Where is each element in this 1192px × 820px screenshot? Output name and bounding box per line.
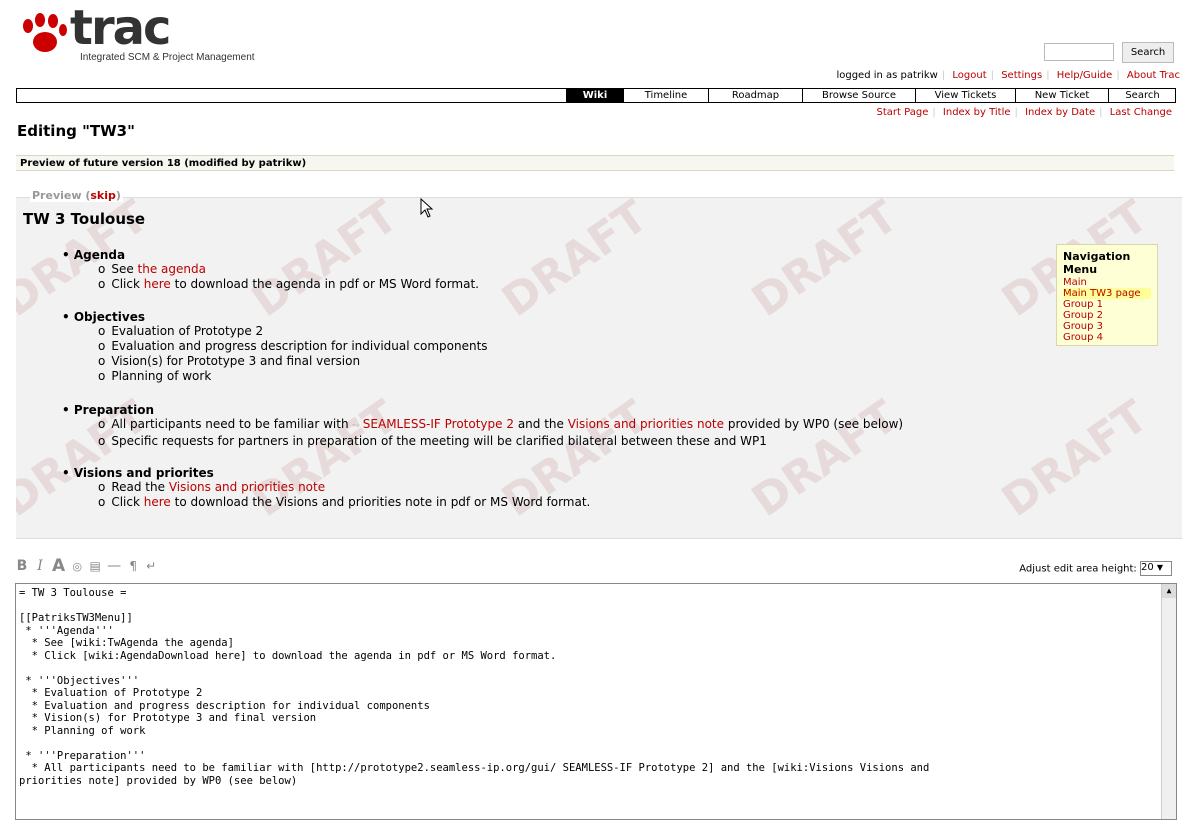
settings-link[interactable]: Settings	[1001, 70, 1042, 81]
section-heading: Agenda	[73, 248, 126, 262]
tab-search[interactable]: Search	[1108, 89, 1176, 102]
chevron-down-icon: ▼	[1156, 563, 1164, 572]
tab-view-tickets[interactable]: View Tickets	[915, 89, 1015, 102]
list-item: Read the Visions and priorities note	[98, 480, 590, 495]
list-item: Specific requests for partners in prepar…	[98, 434, 903, 449]
nav-item-main-tw3[interactable]: Main TW3 page	[1063, 288, 1151, 299]
meta-navigation: logged in as patrikw | Logout | Settings | …	[836, 70, 1180, 81]
link-button[interactable]: ◎	[71, 560, 83, 573]
help-guide-link[interactable]: Help/Guide	[1057, 70, 1113, 81]
index-by-title-link[interactable]: Index by Title	[943, 107, 1011, 118]
editor-scrollbar[interactable]: ▲	[1161, 584, 1176, 819]
list-item: Vision(s) for Prototype 3 and final vers…	[98, 354, 488, 369]
scroll-up-icon[interactable]: ▲	[1162, 584, 1176, 598]
list-item: Evaluation of Prototype 2	[98, 324, 488, 339]
nav-item-group-1[interactable]: Group 1	[1063, 299, 1151, 310]
prototype-link[interactable]: SEAMLESS-IF Prototype 2	[363, 417, 514, 431]
wiki-toolbar: B I A ◎ ▤ — ¶ ↵	[16, 556, 157, 576]
preview-banner: Preview of future version 18 (modified b…	[16, 155, 1174, 171]
tab-timeline[interactable]: Timeline	[623, 89, 708, 102]
logout-link[interactable]: Logout	[952, 70, 986, 81]
bold-button[interactable]: B	[16, 558, 28, 574]
preview-legend: Preview (skip)	[30, 189, 123, 202]
last-change-link[interactable]: Last Change	[1110, 107, 1172, 118]
tab-wiki[interactable]: Wiki	[566, 89, 623, 102]
adjust-label: Adjust edit area height:	[1019, 563, 1137, 575]
editor-text: = TW 3 Toulouse = [[PatriksTW3Menu]] * '…	[19, 587, 930, 787]
context-navigation: Start Page | Index by Title | Index by Dat…	[876, 107, 1172, 118]
logo-wordmark: trac	[70, 0, 171, 56]
adjust-edit-height: Adjust edit area height: 20 ▼	[1019, 561, 1172, 576]
wiki-text-editor[interactable]: = TW 3 Toulouse = [[PatriksTW3Menu]] * '…	[15, 583, 1177, 820]
external-link-icon: ⇨	[352, 421, 363, 431]
edit-height-select[interactable]: 20 ▼	[1140, 561, 1172, 576]
code-button[interactable]: ▤	[89, 559, 101, 573]
tab-browse-source[interactable]: Browse Source	[802, 89, 915, 102]
tab-roadmap[interactable]: Roadmap	[708, 89, 802, 102]
logged-in-text: logged in as patrikw	[836, 70, 938, 81]
section-preparation: • Preparation All participants need to b…	[62, 403, 903, 449]
paw-icon	[23, 13, 67, 52]
list-item: Click here to download the Visions and p…	[98, 495, 590, 510]
start-page-link[interactable]: Start Page	[877, 107, 929, 118]
navigation-menu-title: Navigation Menu	[1063, 250, 1131, 276]
linebreak-button[interactable]: ↵	[145, 559, 157, 573]
visions-download-link[interactable]: here	[144, 495, 171, 509]
list-item: Evaluation and progress description for …	[98, 339, 487, 354]
section-heading: Objectives	[73, 310, 145, 324]
trac-logo[interactable]: trac Integrated SCM & Project Management	[18, 0, 258, 68]
index-by-date-link[interactable]: Index by Date	[1025, 107, 1095, 118]
section-heading: Visions and priorites	[73, 466, 214, 480]
italic-button[interactable]: I	[34, 558, 46, 574]
list-item: Planning of work	[98, 369, 488, 384]
page-title: Editing "TW3"	[17, 122, 135, 140]
list-item: See the agenda	[98, 262, 479, 277]
section-agenda: • Agenda See the agenda Click here to do…	[62, 248, 479, 292]
skip-link[interactable]: skip	[90, 189, 116, 202]
preview-panel: DRAFT DRAFT DRAFT DRAFT DRAFT DRAFT DRAF…	[16, 197, 1182, 539]
about-trac-link[interactable]: About Trac	[1127, 70, 1180, 81]
preview-title: TW 3 Toulouse	[23, 210, 146, 228]
section-visions: • Visions and priorites Read the Visions…	[62, 466, 590, 510]
list-item: Click here to download the agenda in pdf…	[98, 277, 479, 292]
visions-read-link[interactable]: Visions and priorities note	[169, 480, 325, 494]
search-input[interactable]	[1044, 43, 1114, 61]
agenda-download-link[interactable]: here	[144, 277, 171, 291]
hr-button[interactable]: —	[107, 558, 121, 574]
section-heading: Preparation	[73, 403, 155, 417]
main-navigation: Wiki Timeline Roadmap Browse Source View…	[16, 88, 1176, 103]
watermark-text: DRAFT	[493, 198, 657, 327]
section-objectives: • Objectives Evaluation of Prototype 2 E…	[62, 310, 488, 384]
nav-item-group-3[interactable]: Group 3	[1063, 321, 1151, 332]
nav-item-group-2[interactable]: Group 2	[1063, 310, 1151, 321]
mouse-cursor-icon	[420, 198, 434, 218]
nav-item-group-4[interactable]: Group 4	[1063, 332, 1151, 343]
navigation-menu: Navigation Menu Main Main TW3 page Group…	[1056, 244, 1158, 346]
nav-item-main[interactable]: Main	[1063, 277, 1151, 288]
watermark-text: DRAFT	[993, 391, 1157, 527]
agenda-link[interactable]: the agenda	[138, 262, 206, 276]
logo-tagline: Integrated SCM & Project Management	[80, 52, 255, 63]
heading-button[interactable]: A	[52, 556, 65, 576]
watermark-text: DRAFT	[743, 198, 907, 327]
paragraph-button[interactable]: ¶	[127, 559, 139, 573]
visions-note-link[interactable]: Visions and priorities note	[568, 417, 724, 431]
search-button[interactable]: Search	[1122, 42, 1174, 63]
tab-new-ticket[interactable]: New Ticket	[1015, 89, 1108, 102]
list-item: All participants need to be familiar wit…	[98, 417, 903, 434]
